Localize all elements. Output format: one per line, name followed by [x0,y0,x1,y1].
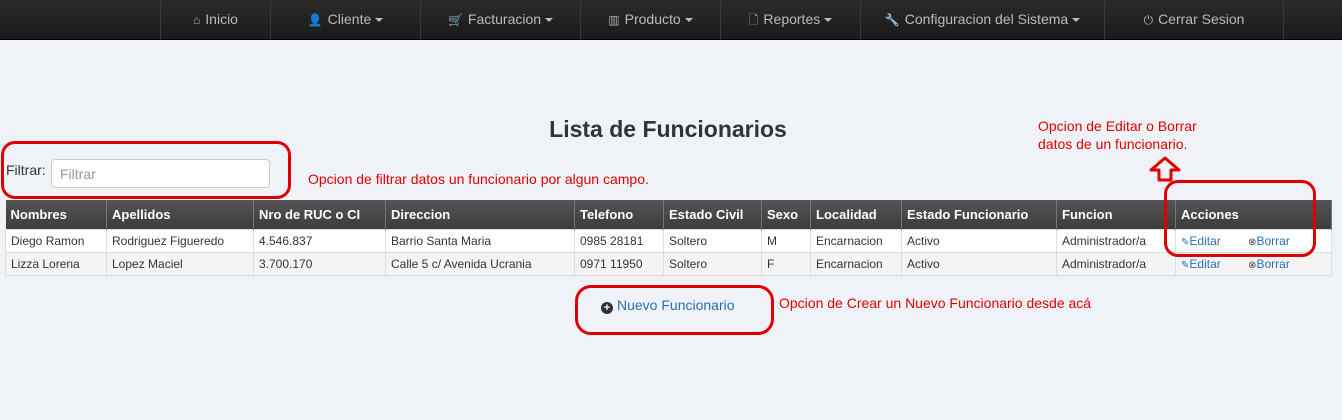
cell-nombres: Lizza Lorena [5,252,107,276]
cart-icon: 🛒 [447,13,463,27]
table-row: Lizza Lorena Lopez Maciel 3.700.170 Call… [5,252,1332,276]
file-icon: 🗋 [748,13,759,27]
home-icon: ⌂ [193,13,201,27]
cell-estado-funcionario: Activo [901,229,1057,253]
nav-item-cerrar-sesion[interactable]: ⏻ Cerrar Sesion [1104,0,1284,39]
cell-direccion: Calle 5 c/ Avenida Ucrania [385,252,575,276]
annotation-create-note: Opcion de Crear un Nuevo Funcionario des… [779,295,1092,311]
cell-direccion: Barrio Santa Maria [385,229,575,253]
header-telefono[interactable]: Telefono [574,200,664,230]
annotation-ring-filter [1,141,291,199]
nav-item-facturacion[interactable]: 🛒 Facturacion [420,0,580,39]
header-estado-funcionario[interactable]: Estado Funcionario [901,200,1057,230]
caret-down-icon [375,18,384,23]
cell-funcion: Administrador/a [1056,229,1176,253]
cell-sexo: F [761,252,811,276]
cell-localidad: Encarnacion [810,229,902,253]
cell-sexo: M [761,229,811,253]
edit-link[interactable]: ✎Editar [1181,257,1221,271]
nav-label: Inicio [205,11,238,27]
funcionarios-table: Nombres Apellidos Nro de RUC o CI Direcc… [5,200,1332,276]
caret-down-icon [1072,18,1081,23]
header-estado-civil[interactable]: Estado Civil [663,200,762,230]
header-nombres[interactable]: Nombres [5,200,107,230]
cell-funcion: Administrador/a [1056,252,1176,276]
cell-estado-funcionario: Activo [901,252,1057,276]
nav-label: Facturacion [467,11,542,27]
nav-label: Cliente [327,11,372,27]
cell-apellidos: Rodriguez Figueredo [106,229,254,253]
nav-label: Reportes [763,11,821,27]
nav-item-inicio[interactable]: ⌂ Inicio [160,0,270,39]
header-localidad[interactable]: Localidad [810,200,902,230]
header-funcion[interactable]: Funcion [1056,200,1176,230]
annotation-ring-new [575,285,774,335]
nav-label: Configuracion del Sistema [904,11,1069,27]
annotation-edit-note-1: Opcion de Editar o Borrar [1038,118,1197,134]
cell-estado-civil: Soltero [663,229,762,253]
header-direccion[interactable]: Direccion [385,200,575,230]
delete-link[interactable]: ⊗Borrar [1248,257,1290,271]
edit-label: Editar [1189,257,1221,271]
cell-apellidos: Lopez Maciel [106,252,254,276]
nav-item-reportes[interactable]: 🗋 Reportes [720,0,860,39]
annotation-filter-note: Opcion de filtrar datos un funcionario p… [308,171,649,187]
nav-item-configuracion[interactable]: 🔧 Configuracion del Sistema [860,0,1104,39]
caret-down-icon [824,18,833,23]
cell-ruc: 3.700.170 [253,252,386,276]
table-header-row: Nombres Apellidos Nro de RUC o CI Direcc… [5,200,1332,230]
delete-label: Borrar [1256,257,1290,271]
cell-ruc: 4.546.837 [253,229,386,253]
nav-label: Cerrar Sesion [1158,11,1245,27]
cell-telefono: 0971 11950 [574,252,664,276]
barcode-icon: ▥ [608,13,620,27]
cell-estado-civil: Soltero [663,252,762,276]
wrench-icon: 🔧 [884,13,900,27]
cell-telefono: 0985 28181 [574,229,664,253]
nav-item-cliente[interactable]: 👤 Cliente [270,0,420,39]
nav-item-producto[interactable]: ▥ Producto [580,0,720,39]
header-sexo[interactable]: Sexo [761,200,811,230]
cell-localidad: Encarnacion [810,252,902,276]
nav-label: Producto [624,11,681,27]
annotation-ring-actions [1164,180,1316,257]
header-ruc[interactable]: Nro de RUC o CI [253,200,386,230]
navbar: ⌂ Inicio 👤 Cliente 🛒 Facturacion ▥ Producto … [0,0,1342,40]
caret-down-icon [545,18,554,23]
table-row: Diego Ramon Rodriguez Figueredo 4.546.83… [5,229,1332,253]
header-apellidos[interactable]: Apellidos [106,200,254,230]
user-icon: 👤 [307,13,323,27]
power-icon: ⏻ [1143,13,1154,27]
up-arrow-icon [1149,156,1181,182]
cell-nombres: Diego Ramon [5,229,107,253]
annotation-edit-note-2: datos de un funcionario. [1038,136,1188,152]
caret-down-icon [684,18,693,23]
